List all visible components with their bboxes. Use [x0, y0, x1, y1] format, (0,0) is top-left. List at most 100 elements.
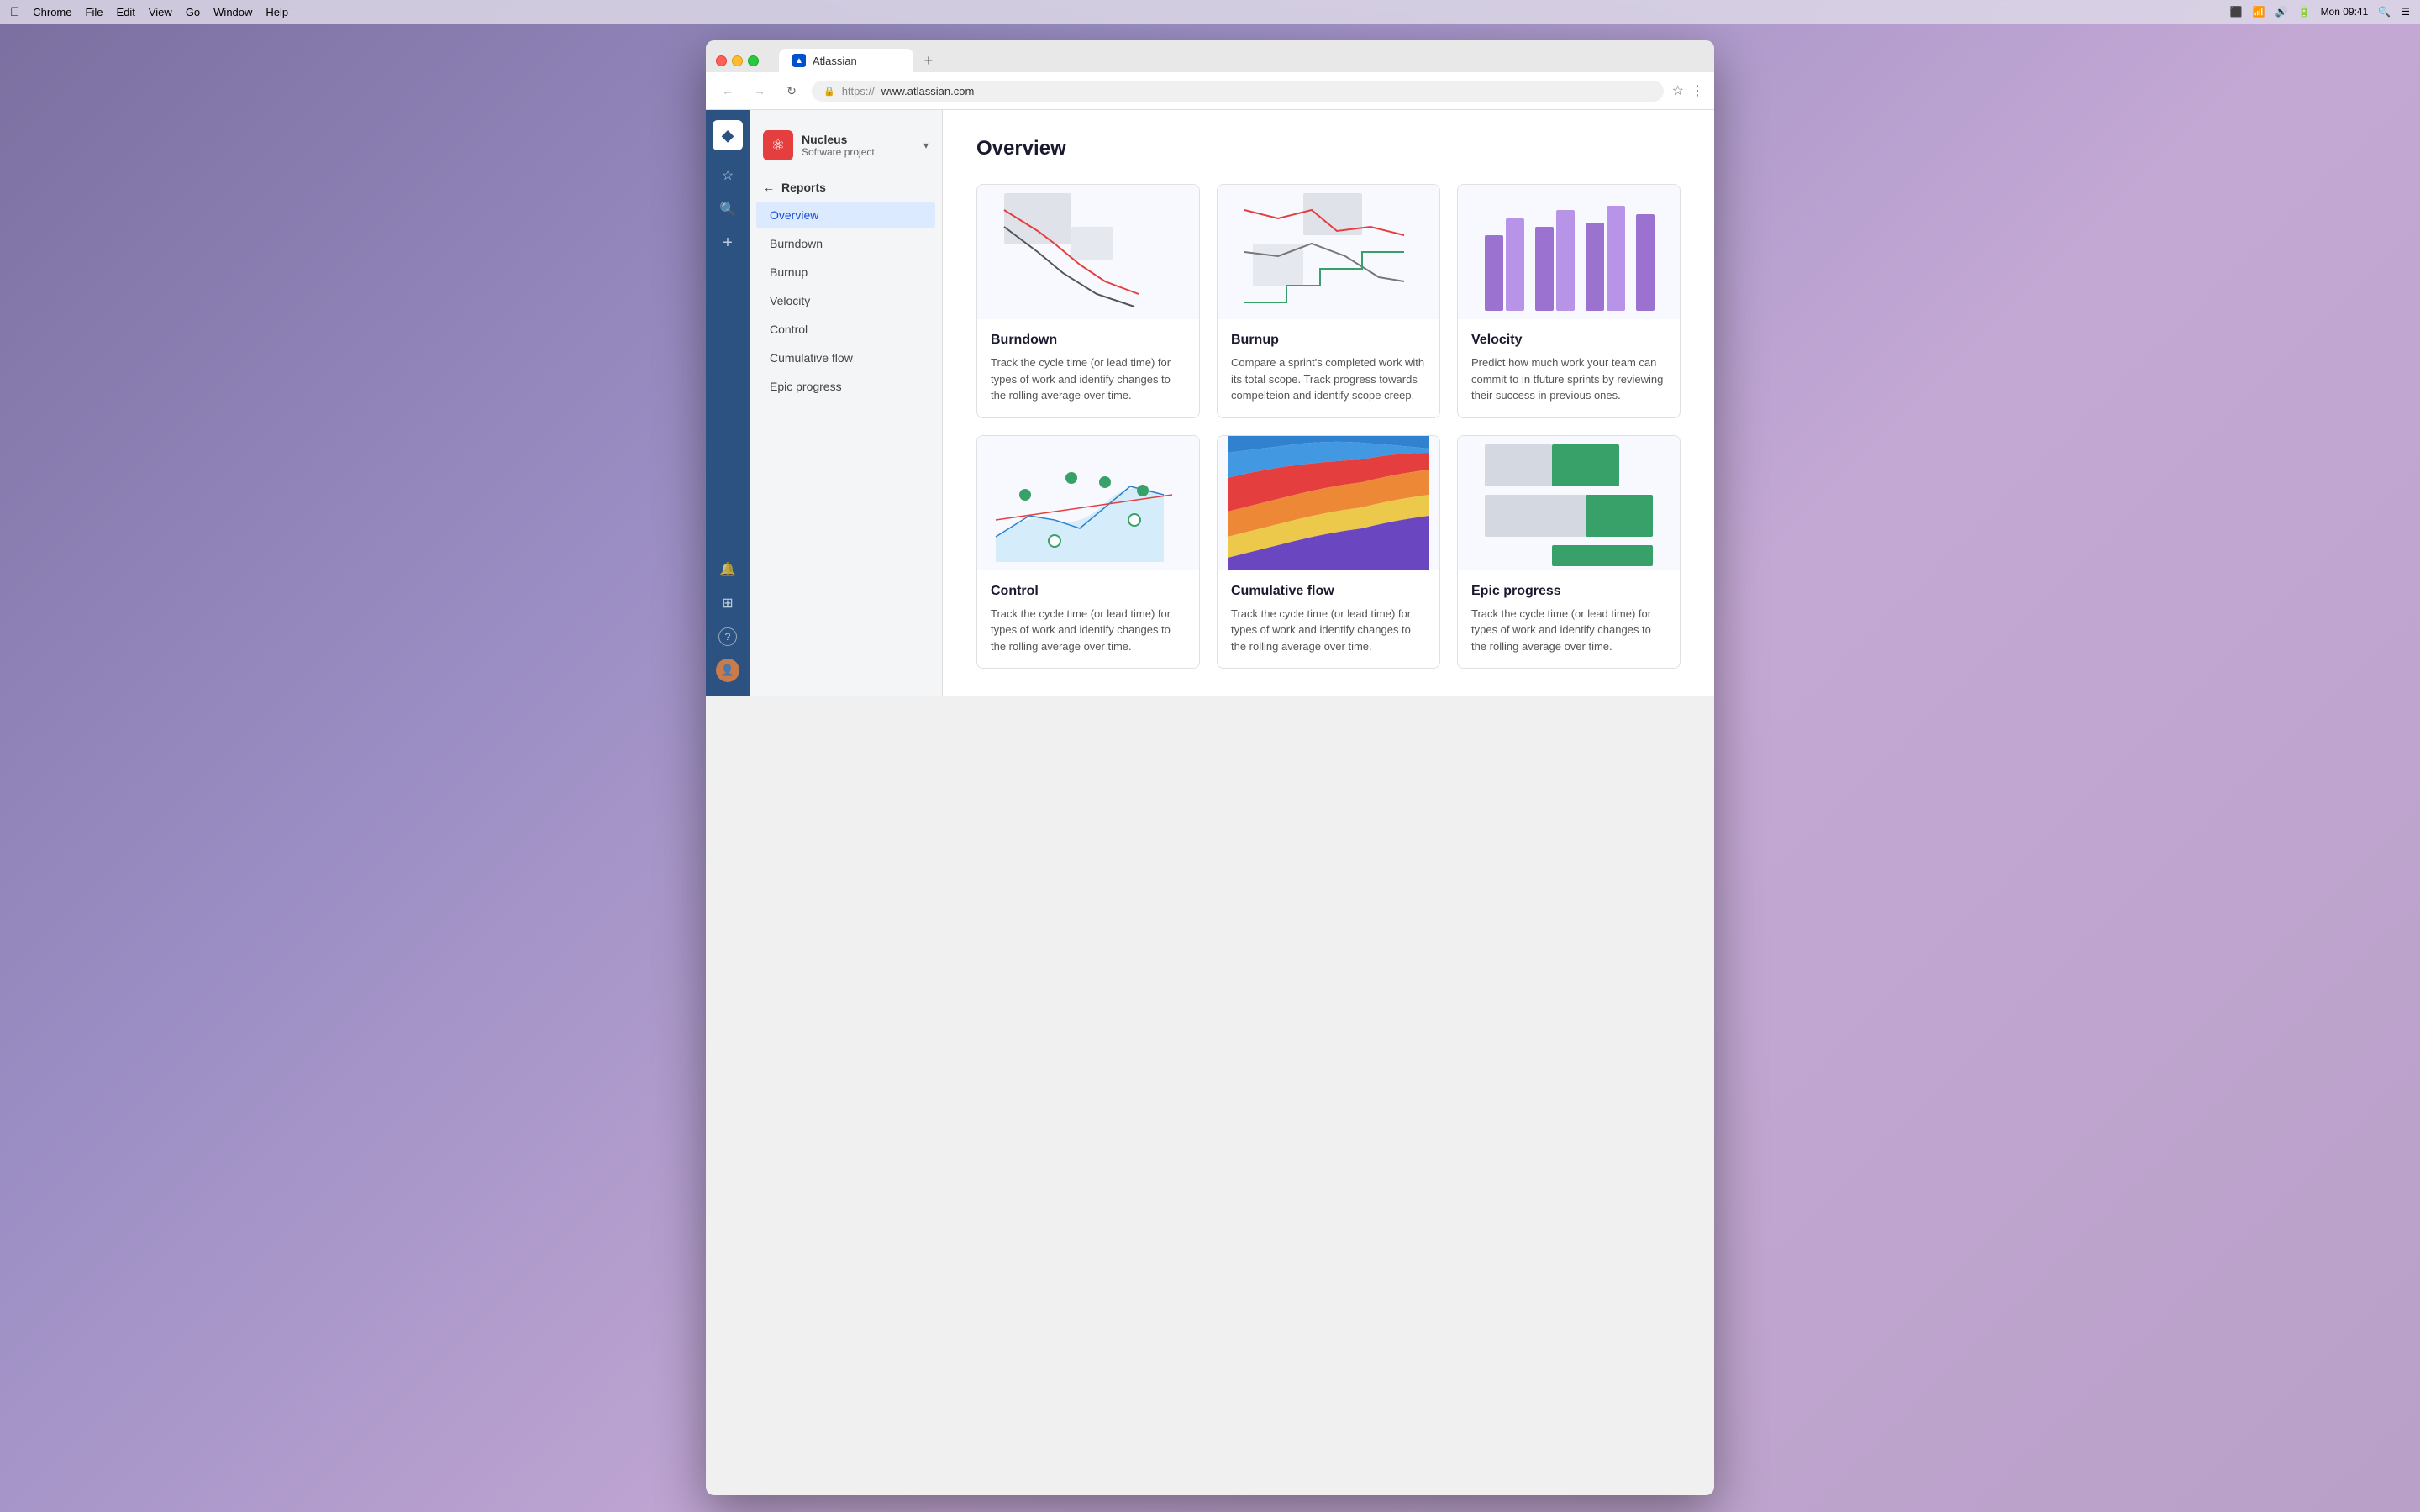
forward-button[interactable]: →	[748, 79, 771, 102]
burnup-desc: Compare a sprint's completed work with i…	[1231, 354, 1426, 404]
menu-help[interactable]: Help	[266, 6, 288, 18]
battery-icon: 🔋	[2298, 6, 2311, 18]
sidebar-help-button[interactable]: ?	[713, 622, 743, 652]
velocity-card-body: Velocity Predict how much work your team…	[1458, 319, 1680, 417]
burndown-chart	[977, 185, 1199, 319]
diamond-icon: ◆	[722, 127, 734, 144]
project-type: Software project	[802, 146, 915, 158]
menu-edit[interactable]: Edit	[116, 6, 134, 18]
menu-file[interactable]: File	[86, 6, 103, 18]
velocity-card[interactable]: Velocity Predict how much work your team…	[1457, 184, 1681, 418]
nav-back-label: Reports	[781, 181, 826, 194]
menu-bar-left:  Chrome File Edit View Go Window Help	[10, 5, 288, 19]
sidebar-star-button[interactable]: ☆	[713, 160, 743, 191]
menu-icon[interactable]: ☰	[2401, 6, 2410, 18]
reports-grid: Burndown Track the cycle time (or lead t…	[976, 184, 1681, 669]
sidebar-grid-button[interactable]: ⊞	[713, 588, 743, 618]
epic-progress-desc: Track the cycle time (or lead time) for …	[1471, 606, 1666, 655]
nav-item-epic-progress[interactable]: Epic progress	[756, 373, 935, 400]
traffic-lights	[716, 55, 759, 66]
tab-title: Atlassian	[813, 55, 857, 67]
epic-progress-card[interactable]: Epic progress Track the cycle time (or l…	[1457, 435, 1681, 669]
project-info: Nucleus Software project	[802, 133, 915, 158]
logo-button[interactable]: ◆	[713, 120, 743, 150]
bell-icon: 🔔	[719, 561, 736, 578]
project-chevron-icon[interactable]: ▾	[923, 139, 929, 151]
velocity-title: Velocity	[1471, 333, 1666, 348]
plus-icon: +	[723, 234, 733, 253]
cumulative-chart	[1218, 436, 1439, 570]
address-bar[interactable]: 🔒 https:// www.atlassian.com	[812, 81, 1664, 102]
burnup-card[interactable]: Burnup Compare a sprint's completed work…	[1217, 184, 1440, 418]
velocity-chart	[1458, 185, 1680, 319]
sidebar-search-button[interactable]: 🔍	[713, 194, 743, 224]
add-tab-button[interactable]: +	[917, 49, 940, 72]
sidebar-bell-button[interactable]: 🔔	[713, 554, 743, 585]
burndown-card[interactable]: Burndown Track the cycle time (or lead t…	[976, 184, 1200, 418]
minimize-button[interactable]	[732, 55, 743, 66]
control-card[interactable]: Control Track the cycle time (or lead ti…	[976, 435, 1200, 669]
burnup-title: Burnup	[1231, 333, 1426, 348]
search-icon[interactable]: 🔍	[2378, 6, 2391, 18]
burndown-desc: Track the cycle time (or lead time) for …	[991, 354, 1186, 404]
nav-item-velocity[interactable]: Velocity	[756, 287, 935, 314]
main-content: Overview	[943, 110, 1714, 696]
project-name: Nucleus	[802, 133, 915, 146]
cumulative-desc: Track the cycle time (or lead time) for …	[1231, 606, 1426, 655]
close-button[interactable]	[716, 55, 727, 66]
project-header: ⚛ Nucleus Software project ▾	[750, 123, 942, 174]
browser-window: ▲ Atlassian + ← → ↻ 🔒 https:// www.atlas…	[706, 40, 1714, 1495]
url-host: www.atlassian.com	[881, 85, 975, 97]
react-icon: ⚛	[771, 137, 785, 155]
cast-icon: ⬛	[2230, 6, 2243, 18]
epic-progress-title: Epic progress	[1471, 584, 1666, 599]
avatar-icon: 👤	[716, 659, 739, 682]
sidebar-avatar-button[interactable]: 👤	[713, 655, 743, 685]
menu-bar:  Chrome File Edit View Go Window Help ⬛…	[0, 0, 2420, 24]
tab-bar: ▲ Atlassian +	[779, 49, 1704, 72]
url-protocol: https://	[842, 85, 875, 97]
menu-chrome[interactable]: Chrome	[33, 6, 71, 18]
nav-item-overview[interactable]: Overview	[756, 202, 935, 228]
nav-item-cumulative-flow[interactable]: Cumulative flow	[756, 344, 935, 371]
help-icon: ?	[718, 627, 737, 646]
lock-icon: 🔒	[823, 86, 835, 97]
project-icon: ⚛	[763, 130, 793, 160]
apple-menu[interactable]: 	[10, 5, 19, 19]
time-display: Mon 09:41	[2321, 6, 2369, 18]
nav-sidebar: ⚛ Nucleus Software project ▾ ← Reports O…	[750, 110, 943, 696]
bookmark-icon[interactable]: ☆	[1672, 82, 1684, 99]
more-options-icon[interactable]: ⋮	[1691, 82, 1704, 99]
control-chart	[977, 436, 1199, 570]
burndown-title: Burndown	[991, 333, 1186, 348]
nav-item-burndown[interactable]: Burndown	[756, 230, 935, 257]
tab-favicon: ▲	[792, 54, 806, 67]
star-icon: ☆	[722, 167, 734, 184]
browser-titlebar: ▲ Atlassian +	[706, 40, 1714, 72]
back-arrow-icon: ←	[763, 181, 775, 194]
wifi-icon: 📶	[2253, 6, 2265, 18]
back-button[interactable]: ←	[716, 79, 739, 102]
browser-toolbar: ← → ↻ 🔒 https:// www.atlassian.com ☆ ⋮	[706, 72, 1714, 110]
burnup-card-body: Burnup Compare a sprint's completed work…	[1218, 319, 1439, 417]
menu-bar-right: ⬛ 📶 🔊 🔋 Mon 09:41 🔍 ☰	[2230, 0, 2410, 24]
maximize-button[interactable]	[748, 55, 759, 66]
epic-progress-card-body: Epic progress Track the cycle time (or l…	[1458, 570, 1680, 669]
menu-window[interactable]: Window	[213, 6, 252, 18]
nav-back-button[interactable]: ← Reports	[750, 174, 942, 201]
cumulative-card[interactable]: Cumulative flow Track the cycle time (or…	[1217, 435, 1440, 669]
sidebar-add-button[interactable]: +	[713, 228, 743, 258]
icon-sidebar: ◆ ☆ 🔍 + 🔔 ⊞ ? 👤	[706, 110, 750, 696]
reload-button[interactable]: ↻	[780, 79, 803, 102]
menu-view[interactable]: View	[149, 6, 172, 18]
epic-chart	[1458, 436, 1680, 570]
nav-item-burnup[interactable]: Burnup	[756, 259, 935, 286]
atlassian-logo-icon: ▲	[795, 56, 803, 66]
volume-icon: 🔊	[2275, 6, 2288, 18]
toolbar-right: ☆ ⋮	[1672, 82, 1704, 99]
nav-item-control[interactable]: Control	[756, 316, 935, 343]
app-container: ◆ ☆ 🔍 + 🔔 ⊞ ? 👤	[706, 110, 1714, 696]
active-tab[interactable]: ▲ Atlassian	[779, 49, 913, 72]
menu-go[interactable]: Go	[186, 6, 200, 18]
grid-icon: ⊞	[722, 595, 733, 612]
